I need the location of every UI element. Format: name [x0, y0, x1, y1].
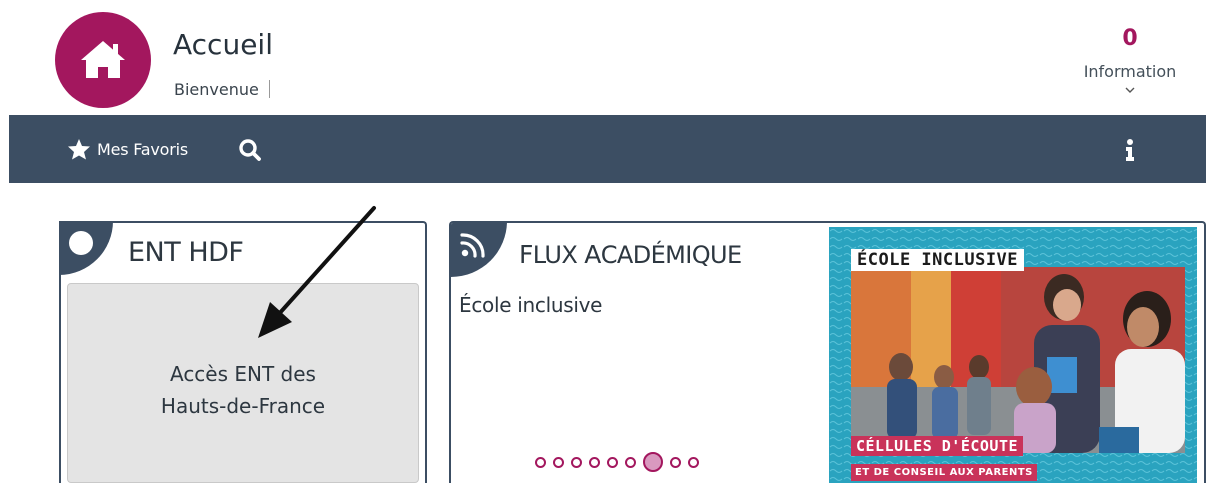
circle-icon — [69, 231, 93, 255]
page-title: Accueil — [173, 28, 273, 61]
info-icon[interactable] — [1119, 137, 1141, 163]
text-cursor — [269, 80, 270, 98]
ent-access-tile[interactable]: Accès ENT des Hauts-de-France — [67, 283, 419, 483]
ent-access-line2: Hauts-de-France — [160, 394, 326, 418]
news-image[interactable]: ÉCOLE INCLUSIVE CÉLLULES D'ÉCOUTE ET DE … — [829, 227, 1197, 483]
star-icon — [68, 139, 90, 160]
widget-badge — [59, 221, 113, 275]
flux-widget-title: FLUX ACADÉMIQUE — [519, 240, 742, 269]
news-image-banner-top: ÉCOLE INCLUSIVE — [851, 249, 1025, 271]
flux-academique-widget: FLUX ACADÉMIQUE École inclusive ÉCOLE IN… — [449, 221, 1206, 483]
home-icon — [81, 41, 125, 78]
notification-count[interactable]: 0 — [1110, 26, 1150, 51]
rss-icon — [460, 233, 485, 258]
carousel-dot[interactable] — [643, 452, 663, 472]
widget-badge — [451, 223, 507, 277]
news-image-banner-mid: CÉLLULES D'ÉCOUTE — [851, 436, 1024, 456]
carousel-dots — [535, 452, 706, 472]
carousel-dot[interactable] — [589, 456, 600, 468]
carousel-dot[interactable] — [571, 456, 582, 468]
main-navbar: Mes Favoris — [9, 115, 1206, 183]
carousel-dot[interactable] — [625, 456, 636, 468]
chevron-down-icon[interactable] — [1122, 84, 1138, 96]
home-button[interactable] — [55, 12, 151, 108]
news-item-title[interactable]: École inclusive — [459, 293, 602, 317]
ent-access-text: Accès ENT des Hauts-de-France — [161, 344, 325, 422]
information-label[interactable]: Information — [1070, 62, 1190, 81]
favorites-label: Mes Favoris — [97, 139, 189, 159]
carousel-dot[interactable] — [553, 456, 564, 468]
carousel-dot[interactable] — [535, 456, 546, 468]
search-icon[interactable] — [237, 137, 263, 163]
ent-access-line1: Accès ENT des — [169, 362, 316, 386]
ent-hdf-widget: ENT HDF Accès ENT des Hauts-de-France — [59, 221, 427, 483]
page-subtitle: Bienvenue — [174, 80, 259, 99]
ent-widget-title: ENT HDF — [128, 237, 244, 268]
carousel-dot[interactable] — [607, 456, 618, 468]
carousel-dot[interactable] — [670, 456, 681, 468]
favorites-button[interactable]: Mes Favoris — [67, 138, 188, 160]
news-image-banner-bottom: ET DE CONSEIL AUX PARENTS — [851, 464, 1037, 481]
carousel-dot[interactable] — [688, 456, 699, 468]
